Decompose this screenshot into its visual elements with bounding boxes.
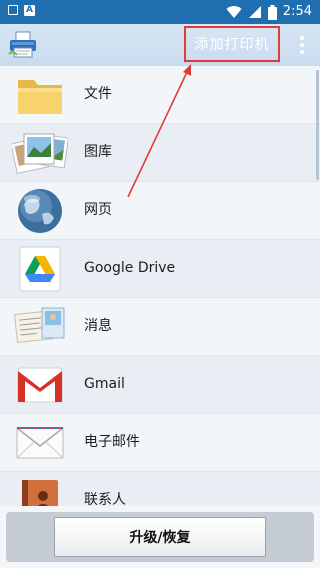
globe-icon (18, 189, 62, 233)
status-bar: A 2:54 (0, 0, 320, 24)
gmail-icon (17, 367, 63, 403)
list-item-label: 网页 (84, 202, 112, 218)
list-item-web[interactable]: 网页 (0, 182, 320, 240)
clock-time: 2:54 (282, 4, 312, 19)
list-item-label: 文件 (84, 86, 112, 102)
list-item-email[interactable]: 电子邮件 (0, 414, 320, 472)
upgrade-restore-label: 升级/恢复 (129, 530, 191, 546)
wifi-icon (226, 6, 242, 19)
add-printer-button[interactable]: 添加打印机 (184, 26, 280, 62)
list-item-label: Google Drive (84, 260, 176, 276)
list-item-label: 消息 (84, 318, 112, 334)
list-item-label: 联系人 (84, 492, 126, 506)
contacts-book-icon (22, 480, 58, 506)
photos-icon (12, 133, 68, 175)
notification-square-icon (8, 5, 18, 15)
app-bar: 添加打印机 (0, 24, 320, 67)
list-item-google-drive[interactable]: Google Drive (0, 240, 320, 298)
google-drive-icon (19, 246, 61, 292)
list-item-gmail[interactable]: Gmail (0, 356, 320, 414)
folder-icon (18, 80, 62, 114)
battery-icon (267, 4, 277, 20)
scrollbar-thumb[interactable] (316, 70, 319, 180)
printer-logo-icon (8, 31, 36, 58)
list-item-contacts[interactable]: 联系人 (0, 472, 320, 506)
overflow-menu-icon[interactable] (296, 32, 308, 58)
a-badge-icon: A (24, 5, 35, 16)
list-item-label: 图库 (84, 144, 112, 160)
envelope-icon (16, 427, 64, 459)
bottom-bar: 升级/恢复 (0, 506, 320, 568)
list-item-gallery[interactable]: 图库 (0, 124, 320, 182)
list-item-files[interactable]: 文件 (0, 66, 320, 124)
source-list: 文件 图库 网页 Google Drive 消息 Gmail 电子邮件 联系人 (0, 66, 320, 506)
signal-icon (248, 6, 261, 18)
add-printer-label: 添加打印机 (194, 37, 270, 53)
list-item-label: Gmail (84, 376, 125, 392)
list-item-messages[interactable]: 消息 (0, 298, 320, 356)
upgrade-restore-button[interactable]: 升级/恢复 (54, 517, 266, 557)
list-item-label: 电子邮件 (84, 434, 140, 450)
bottom-panel: 升级/恢复 (6, 512, 314, 562)
postcard-icon (14, 307, 65, 343)
